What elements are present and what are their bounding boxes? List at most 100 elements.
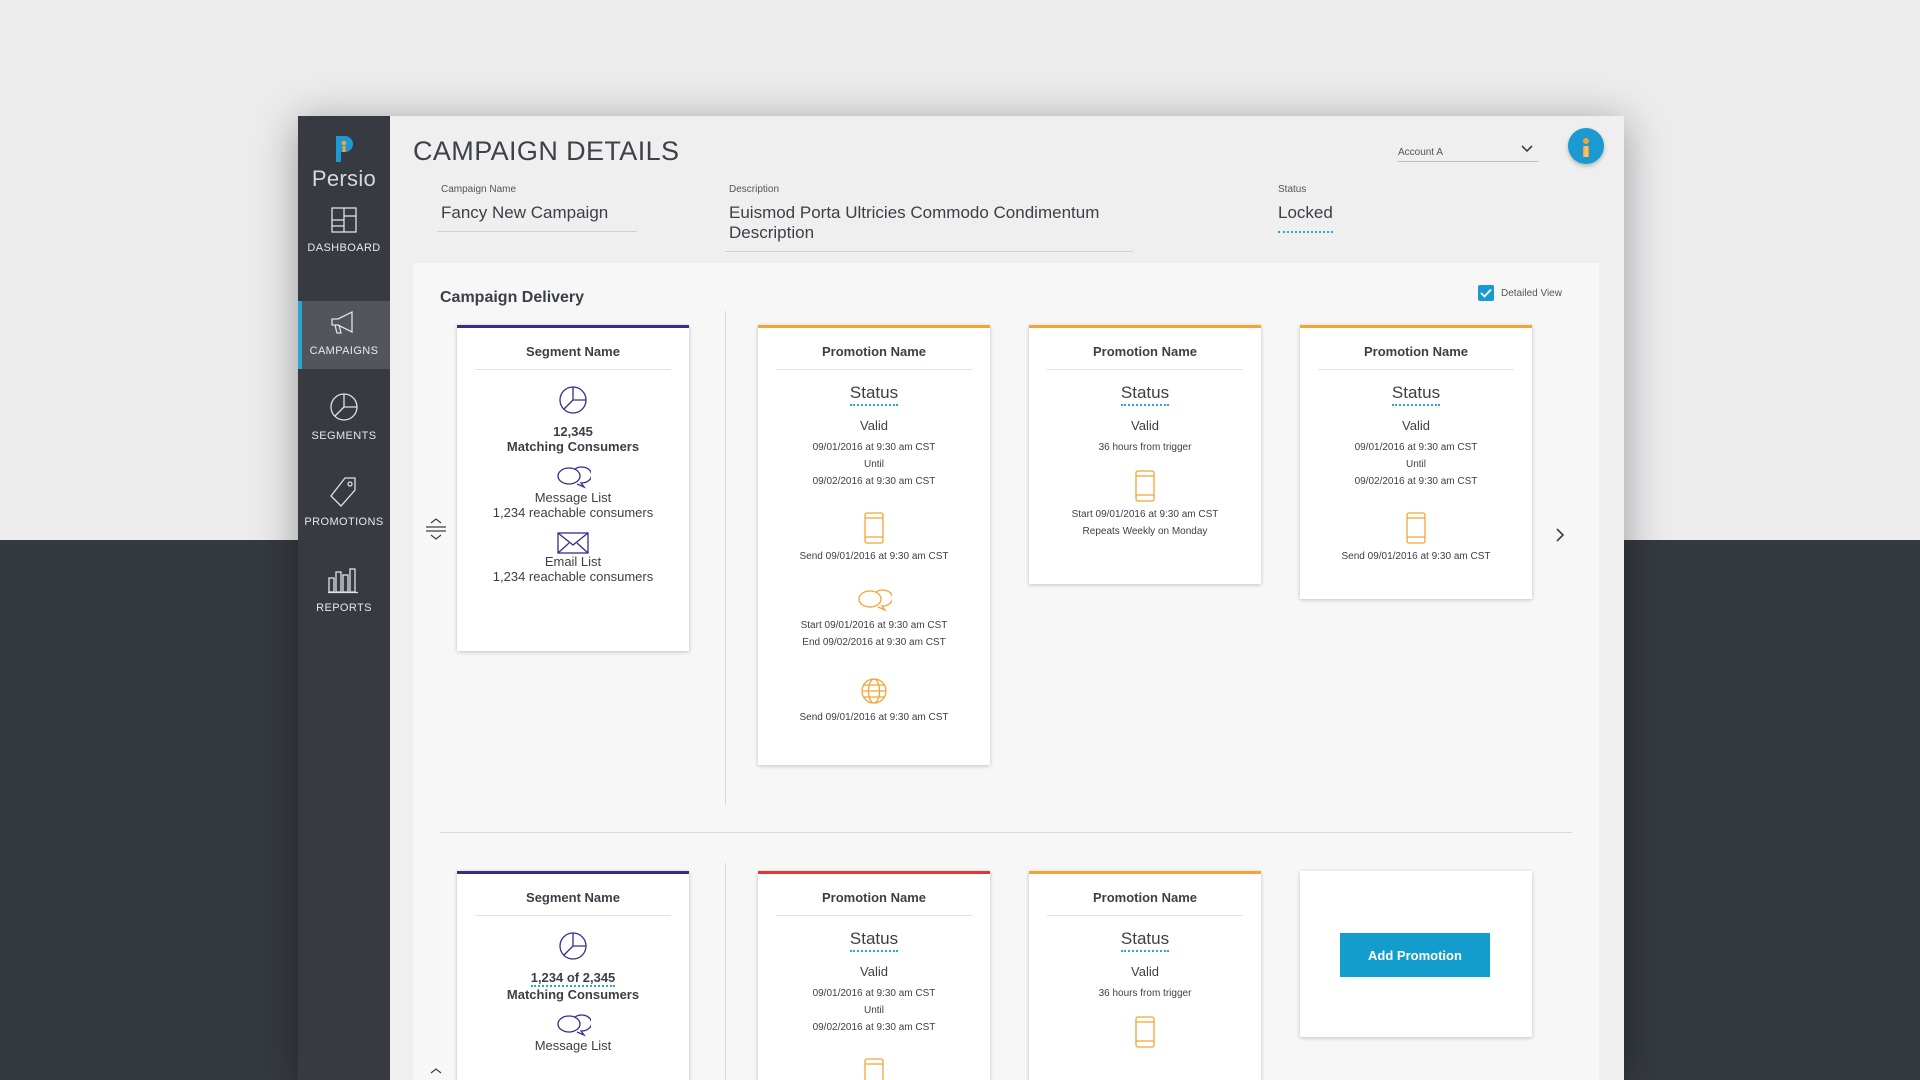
trigger-window: 36 hours from trigger	[1098, 442, 1192, 453]
valid-start: 09/01/2016 at 9:30 am CST	[812, 442, 936, 453]
promotion-name: Promotion Name	[1047, 874, 1243, 916]
chevron-up-icon	[430, 1068, 442, 1074]
user-icon	[1583, 138, 1589, 157]
sidebar-item-label: SEGMENTS	[311, 430, 377, 442]
valid-until: Until	[1405, 459, 1426, 470]
sidebar: Persio DASHBOARD CAMPAIGNS SEGMENTS PROM…	[298, 116, 390, 1080]
promotion-card[interactable]: Promotion Name Status Valid 09/01/2016 a…	[758, 325, 990, 765]
promotion-card[interactable]: Promotion Name Status Valid 09/01/2016 a…	[1300, 325, 1532, 599]
mobile-icon	[1135, 470, 1155, 502]
promotion-status[interactable]: Status	[849, 930, 899, 952]
valid-start: 09/01/2016 at 9:30 am CST	[1354, 442, 1478, 453]
sidebar-item-reports[interactable]: REPORTS	[298, 558, 390, 626]
row-divider-vertical	[725, 863, 726, 1080]
pie-chart-icon	[559, 932, 587, 960]
segment-card[interactable]: Segment Name 1,234 of 2,345 Matching Con…	[457, 871, 689, 1080]
sidebar-item-label: REPORTS	[316, 602, 372, 614]
description-field[interactable]: Description Euismod Porta Ultricies Comm…	[725, 184, 1133, 252]
sidebar-item-campaigns[interactable]: CAMPAIGNS	[298, 301, 390, 369]
detailed-view-toggle[interactable]: Detailed View	[1478, 285, 1562, 301]
campaign-name-value[interactable]: Fancy New Campaign	[437, 201, 637, 232]
next-promotions-button[interactable]	[1553, 527, 1567, 548]
promotion-status[interactable]: Status	[1120, 384, 1170, 406]
megaphone-icon	[331, 310, 353, 334]
mobile-icon	[864, 512, 884, 544]
collapse-row-button[interactable]	[425, 518, 447, 545]
chat-start: Start 09/01/2016 at 9:30 am CST	[800, 620, 948, 631]
valid-start: 09/01/2016 at 9:30 am CST	[812, 988, 936, 999]
add-promotion-button[interactable]: Add Promotion	[1340, 933, 1490, 977]
promotion-validity: Valid	[1131, 964, 1159, 979]
matching-label: Matching Consumers	[506, 987, 640, 1002]
panel-title: Campaign Delivery	[440, 289, 585, 306]
web-send: Send 09/01/2016 at 9:30 am CST	[799, 712, 949, 723]
tag-icon	[330, 477, 356, 507]
account-select-value: Account A	[1398, 147, 1444, 158]
mobile-icon	[864, 1058, 884, 1080]
detailed-view-checkbox[interactable]	[1478, 285, 1494, 301]
matching-count: 12,345	[553, 424, 593, 439]
valid-end: 09/02/2016 at 9:30 am CST	[1354, 476, 1478, 487]
promotion-name: Promotion Name	[776, 328, 972, 370]
mobile-start: Start 09/01/2016 at 9:30 am CST	[1071, 509, 1219, 520]
repeat-schedule: Repeats Weekly on Monday	[1082, 526, 1208, 537]
status-field[interactable]: Status Locked	[1278, 184, 1333, 233]
chat-icon	[557, 1014, 591, 1037]
valid-end: 09/02/2016 at 9:30 am CST	[812, 476, 936, 487]
segment-card[interactable]: Segment Name 12,345 Matching Consumers M…	[457, 325, 689, 651]
sidebar-item-label: DASHBOARD	[307, 242, 381, 254]
bar-chart-icon	[328, 568, 358, 594]
sidebar-item-segments[interactable]: SEGMENTS	[298, 386, 390, 454]
message-list-reach: 1,234 reachable consumers	[492, 505, 654, 520]
matching-count[interactable]: 1,234 of 2,345	[530, 970, 616, 987]
valid-end: 09/02/2016 at 9:30 am CST	[812, 1022, 936, 1033]
pie-chart-icon	[330, 393, 358, 421]
page-title: CAMPAIGN DETAILS	[413, 136, 680, 166]
description-label: Description	[729, 184, 780, 195]
campaign-delivery-panel: Campaign Delivery Detailed View Segment …	[413, 263, 1599, 1080]
promotion-card[interactable]: Promotion Name Status Valid 09/01/2016 a…	[758, 871, 990, 1080]
promotion-card[interactable]: Promotion Name Status Valid 36 hours fro…	[1029, 871, 1261, 1080]
email-list-label: Email List	[544, 554, 602, 569]
sidebar-item-promotions[interactable]: PROMOTIONS	[298, 472, 390, 540]
check-icon	[1480, 288, 1492, 298]
promotion-validity: Valid	[860, 964, 888, 979]
trigger-window: 36 hours from trigger	[1098, 988, 1192, 999]
mobile-send: Send 09/01/2016 at 9:30 am CST	[1341, 551, 1491, 562]
chevron-down-icon	[1521, 145, 1533, 153]
valid-until: Until	[863, 1005, 884, 1016]
promotion-name: Promotion Name	[1318, 328, 1514, 370]
envelope-icon	[557, 532, 589, 554]
chat-icon	[557, 466, 591, 489]
email-list-reach: 1,234 reachable consumers	[492, 569, 654, 584]
chevron-right-icon	[1556, 528, 1565, 542]
status-value[interactable]: Locked	[1278, 201, 1333, 233]
promotion-status[interactable]: Status	[1391, 384, 1441, 406]
chat-end: End 09/02/2016 at 9:30 am CST	[802, 637, 946, 648]
detailed-view-label: Detailed View	[1501, 287, 1562, 299]
account-select[interactable]: Account A	[1398, 142, 1538, 162]
promotion-card[interactable]: Promotion Name Status Valid 36 hours fro…	[1029, 325, 1261, 584]
sidebar-item-dashboard[interactable]: DASHBOARD	[298, 198, 390, 266]
persio-logo[interactable]: Persio	[298, 134, 390, 192]
promotion-name: Promotion Name	[1047, 328, 1243, 370]
mobile-icon	[1135, 1016, 1155, 1048]
sidebar-item-label: PROMOTIONS	[304, 516, 384, 528]
avatar[interactable]	[1568, 128, 1604, 164]
collapse-row-button[interactable]	[425, 1063, 447, 1080]
chat-icon	[858, 589, 892, 612]
description-value[interactable]: Euismod Porta Ultricies Commodo Condimen…	[725, 201, 1133, 252]
brand-name: Persio	[311, 166, 377, 191]
campaign-name-label: Campaign Name	[441, 184, 517, 195]
persio-logo-icon	[336, 136, 353, 162]
promotion-validity: Valid	[1131, 418, 1159, 433]
matching-label: Matching Consumers	[506, 439, 640, 454]
valid-until: Until	[863, 459, 884, 470]
campaign-name-field[interactable]: Campaign Name Fancy New Campaign	[437, 184, 637, 232]
row-divider-horizontal	[440, 832, 1572, 833]
promotion-validity: Valid	[860, 418, 888, 433]
promotion-status[interactable]: Status	[1120, 930, 1170, 952]
app-window: Persio DASHBOARD CAMPAIGNS SEGMENTS PROM…	[298, 116, 1624, 1080]
promotion-status[interactable]: Status	[849, 384, 899, 406]
row-divider-vertical	[725, 311, 726, 805]
